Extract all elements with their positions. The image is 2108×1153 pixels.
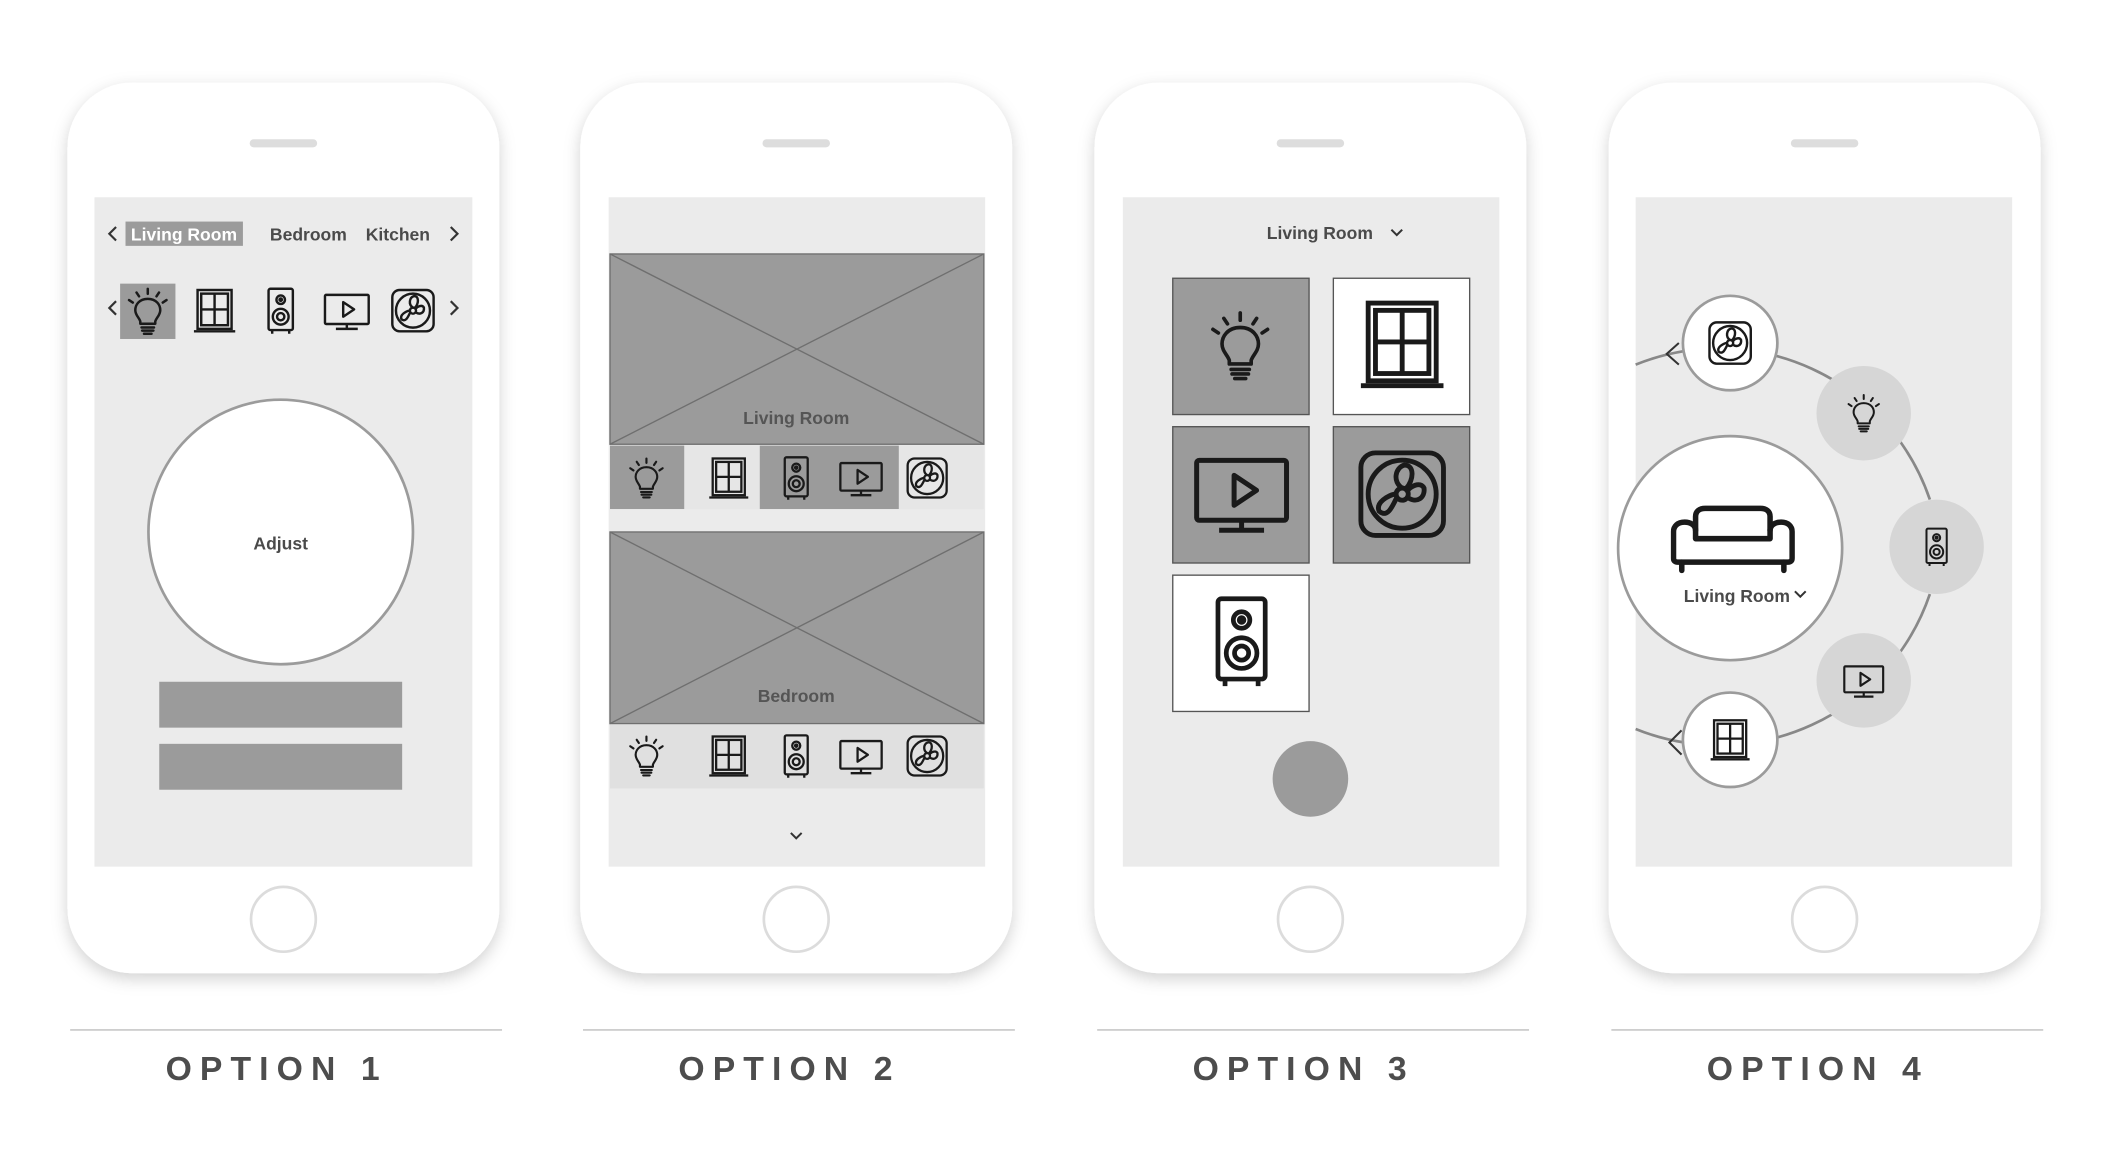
option-caption: OPTION 2 <box>678 1050 900 1088</box>
room-card-title: Bedroom <box>758 686 835 706</box>
placeholder-bar[interactable] <box>159 681 403 728</box>
orbit-item-speaker[interactable] <box>1889 499 1984 595</box>
room-hub[interactable]: Living Room <box>1616 434 1844 662</box>
speaker-slot <box>762 139 830 148</box>
device-tile[interactable] <box>1172 574 1310 713</box>
speaker-slot <box>1790 139 1859 148</box>
room-card-title: Living Room <box>743 408 849 428</box>
adjust-dial[interactable] <box>147 398 415 666</box>
room-card[interactable]: Living Room <box>609 253 985 445</box>
option-caption: OPTION 3 <box>1193 1050 1415 1088</box>
room-selector[interactable]: Living Room <box>1267 223 1373 243</box>
adjust-label: Adjust <box>253 534 308 554</box>
home-button[interactable] <box>249 885 318 954</box>
speaker-slot <box>1276 139 1345 148</box>
window-icon <box>1709 719 1751 761</box>
option-3-wireframe: Living Room OPTION 3 <box>1094 82 1530 1088</box>
window-icon[interactable] <box>708 457 750 499</box>
action-button[interactable] <box>1272 741 1349 817</box>
device-selected-bg <box>609 445 685 510</box>
room-tab-bedroom[interactable]: Bedroom <box>270 224 347 244</box>
device-tile-selected[interactable] <box>1332 426 1471 564</box>
speaker-slot <box>249 139 318 148</box>
home-button[interactable] <box>1276 885 1345 954</box>
room-card[interactable]: Bedroom <box>609 531 985 725</box>
window-icon[interactable] <box>192 288 237 333</box>
home-button[interactable] <box>762 885 830 954</box>
option-2-wireframe: Living Room Bedroom OPTION 2 <box>580 82 1015 1088</box>
room-tab-kitchen[interactable]: Kitchen <box>366 224 430 244</box>
orbit-item-fan[interactable] <box>1681 294 1779 392</box>
room-tab-living-room[interactable]: Living Room <box>131 224 237 244</box>
home-button[interactable] <box>1790 885 1859 954</box>
placeholder-bar[interactable] <box>159 743 403 790</box>
option-caption: OPTION 1 <box>166 1050 388 1088</box>
option-1-wireframe: Living Room Bedroom Kitchen Adjust OPTIO… <box>67 82 503 1088</box>
orbit-item-window[interactable] <box>1681 691 1779 789</box>
orbit-item-tv[interactable] <box>1816 633 1911 728</box>
orbit-item-lightbulb[interactable] <box>1816 365 1911 461</box>
wireframe-options-canvas: Living Room Bedroom Kitchen Adjust OPTIO… <box>67 82 2044 1088</box>
room-hub-label[interactable]: Living Room <box>1684 586 1790 606</box>
window-icon[interactable] <box>708 735 750 777</box>
device-tile-selected[interactable] <box>1172 277 1310 416</box>
window-icon <box>1361 303 1444 386</box>
option-caption: OPTION 4 <box>1707 1050 1929 1088</box>
device-selected-bg <box>759 445 899 510</box>
option-4-wireframe: Living Room OPTION 4 <box>1608 82 2044 1088</box>
